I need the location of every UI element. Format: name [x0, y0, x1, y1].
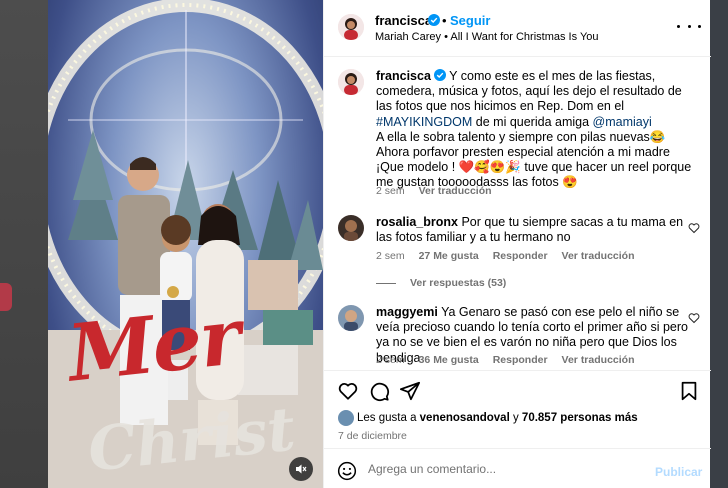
caption-avatar[interactable] — [338, 69, 364, 95]
comment-username[interactable]: rosalia_bronx — [376, 215, 458, 229]
comment-username[interactable]: maggyemi — [376, 305, 438, 319]
caption-meta: 2 sem Ver traducción — [376, 185, 506, 197]
share-send-icon[interactable] — [399, 380, 421, 402]
verified-badge-icon — [428, 14, 440, 26]
backdrop-right-strip — [710, 0, 728, 488]
likes-middle: y — [509, 412, 522, 424]
header-separator: • — [442, 13, 447, 28]
verified-badge-icon — [433, 69, 446, 81]
avatar-image — [338, 215, 364, 241]
like-heart-icon[interactable] — [337, 380, 359, 402]
caption-line1b: de mi querida amiga — [472, 114, 593, 129]
reply-button[interactable]: Responder — [493, 354, 548, 366]
comment-translate-button[interactable]: Ver traducción — [562, 354, 635, 366]
post-header: francisca • Seguir Mariah Carey • All I … — [324, 0, 711, 57]
caption-line2: A ella le sobra talento y siempre con pi… — [376, 129, 666, 144]
save-bookmark-icon[interactable] — [678, 380, 700, 402]
comments-section[interactable]: francisca Y como este es el mes de las f… — [324, 57, 711, 370]
post-image[interactable]: Mer Christ — [48, 0, 323, 488]
likes-summary[interactable]: Les gusta a venenosandoval y 70.857 pers… — [357, 412, 638, 424]
mention-link[interactable]: @mamiayi — [593, 115, 652, 129]
add-comment-bar: Publicar — [324, 448, 711, 488]
comment-text: rosalia_bronx Por que tu siempre sacas a… — [376, 215, 694, 245]
hashtag-link[interactable]: #MAYIKINGDOM — [376, 115, 472, 129]
more-dot-icon — [687, 24, 691, 28]
avatar-image — [338, 69, 364, 95]
likes-prefix: Les gusta a — [357, 412, 420, 424]
caption-translate-button[interactable]: Ver traducción — [419, 185, 492, 197]
reply-button[interactable]: Responder — [493, 250, 548, 262]
comment-meta: 2 sem 27 Me gusta Responder Ver traducción — [376, 250, 649, 262]
publish-button[interactable]: Publicar — [655, 465, 702, 479]
author-username[interactable]: francisca — [375, 13, 432, 28]
commenter-avatar[interactable] — [338, 215, 364, 241]
audio-track[interactable]: Mariah Carey • All I Want for Christmas … — [375, 31, 599, 43]
comment-input[interactable] — [368, 462, 638, 476]
comment-translate-button[interactable]: Ver traducción — [562, 250, 635, 262]
emoji-icon[interactable] — [337, 461, 357, 481]
liker-username[interactable]: venenosandoval — [420, 412, 510, 424]
comment-time: 2 sem — [376, 250, 405, 262]
more-dot-icon — [698, 24, 701, 28]
likes-count[interactable]: 70.857 personas más — [522, 412, 638, 424]
caption-line3: Ahora porfavor presten especial atención… — [376, 145, 670, 160]
caption-text: francisca Y como este es el mes de las f… — [376, 69, 694, 191]
view-replies-button[interactable]: Ver respuestas (53) — [376, 277, 506, 289]
caption-username[interactable]: francisca — [376, 69, 431, 83]
view-replies-label: Ver respuestas (53) — [410, 277, 507, 289]
comment-bubble-icon[interactable] — [368, 380, 390, 402]
like-comment-icon[interactable] — [688, 222, 700, 234]
comment-likes[interactable]: 36 Me gusta — [419, 354, 479, 366]
more-options-button[interactable] — [677, 18, 701, 34]
avatar-image — [338, 305, 364, 331]
like-comment-icon[interactable] — [688, 312, 700, 324]
side-tab[interactable] — [0, 283, 12, 311]
caption-time: 2 sem — [376, 185, 405, 197]
avatar-image — [338, 14, 364, 40]
more-dot-icon — [677, 24, 680, 28]
post-date[interactable]: 7 de diciembre — [338, 430, 407, 442]
liker-avatar[interactable] — [338, 410, 354, 426]
mute-button[interactable] — [289, 457, 313, 481]
comment-likes[interactable]: 27 Me gusta — [419, 250, 479, 262]
merry-text: Mer — [63, 291, 244, 400]
speaker-muted-icon — [296, 464, 307, 474]
post-panel: francisca • Seguir Mariah Carey • All I … — [323, 0, 711, 488]
author-avatar[interactable] — [338, 14, 364, 40]
replies-line — [376, 282, 396, 284]
commenter-avatar[interactable] — [338, 305, 364, 331]
follow-button[interactable]: Seguir — [450, 13, 490, 28]
comment-meta: 2 sem 36 Me gusta Responder Ver traducción — [376, 354, 649, 366]
comment-time: 2 sem — [376, 354, 405, 366]
backdrop-left-strip — [0, 0, 48, 488]
